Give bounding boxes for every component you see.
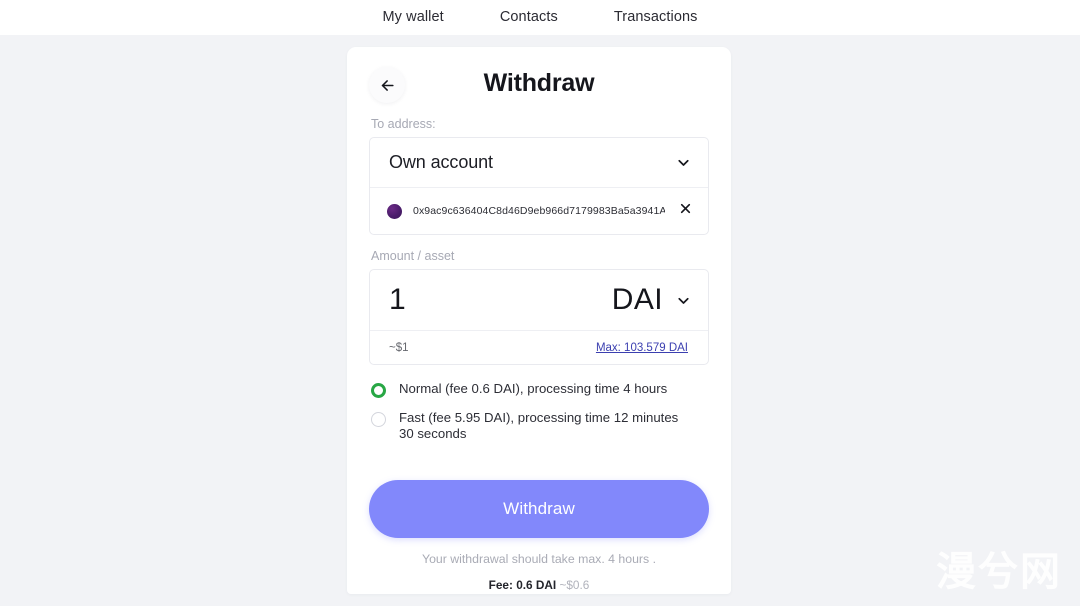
page-title: Withdraw — [483, 69, 595, 97]
clear-address-button[interactable] — [676, 202, 694, 220]
amount-box: DAI ~$1 Max: 103.579 DAI — [369, 269, 709, 365]
withdraw-card: Withdraw To address: Own account 0x9ac9c… — [347, 47, 731, 594]
amount-label: Amount / asset — [371, 249, 455, 263]
speed-options-group: Normal (fee 0.6 DAI), processing time 4 … — [347, 381, 731, 441]
fee-summary: Fee: 0.6 DAI ~$0.6 — [369, 578, 709, 592]
amount-row: DAI — [370, 270, 708, 330]
to-address-box: Own account 0x9ac9c636404C8d46D9eb966d71… — [369, 137, 709, 235]
address-entry-row[interactable]: 0x9ac9c636404C8d46D9eb966d7179983Ba5a394… — [370, 187, 708, 234]
max-amount-link[interactable]: Max: 103.579 DAI — [596, 342, 688, 354]
fee-usd-estimate: ~$0.6 — [559, 578, 590, 592]
amount-usd-estimate: ~$1 — [389, 341, 409, 354]
fee-amount: Fee: 0.6 DAI — [488, 578, 557, 592]
chevron-down-icon — [675, 292, 692, 309]
to-address-label: To address: — [371, 117, 436, 131]
submit-section: Withdraw Your withdrawal should take max… — [347, 453, 731, 592]
speed-option-fast-label: Fast (fee 5.95 DAI), processing time 12 … — [399, 410, 679, 441]
to-address-selected-value: Own account — [389, 152, 493, 172]
radio-selected-icon[interactable] — [371, 383, 386, 398]
asset-select[interactable]: DAI — [612, 283, 692, 317]
nav-item-contacts[interactable]: Contacts — [500, 10, 558, 25]
nav-item-transactions[interactable]: Transactions — [614, 10, 698, 25]
asset-name: DAI — [611, 283, 663, 316]
amount-footer: ~$1 Max: 103.579 DAI — [370, 330, 708, 364]
withdrawal-time-note: Your withdrawal should take max. 4 hours… — [422, 552, 656, 566]
speed-option-fast[interactable]: Fast (fee 5.95 DAI), processing time 12 … — [347, 410, 731, 441]
speed-option-normal-label: Normal (fee 0.6 DAI), processing time 4 … — [399, 381, 668, 396]
address-value: 0x9ac9c636404C8d46D9eb966d7179983Ba5a394… — [413, 205, 665, 217]
nav-item-my-wallet[interactable]: My wallet — [382, 10, 443, 25]
chevron-down-icon — [675, 154, 692, 171]
to-address-select[interactable]: Own account — [370, 138, 708, 187]
card-header: Withdraw — [347, 47, 731, 117]
top-navigation-bar: My wallet Contacts Transactions — [0, 0, 1080, 35]
close-icon — [679, 202, 692, 220]
account-avatar-icon — [387, 203, 402, 219]
speed-option-normal[interactable]: Normal (fee 0.6 DAI), processing time 4 … — [347, 381, 731, 398]
amount-input[interactable] — [389, 283, 539, 317]
radio-unselected-icon[interactable] — [371, 412, 386, 427]
amount-section: Amount / asset DAI ~$1 Max: 103.579 DAI — [347, 249, 731, 365]
site-watermark: 漫兮网 — [936, 549, 1062, 595]
withdraw-submit-button[interactable]: Withdraw — [369, 480, 709, 538]
